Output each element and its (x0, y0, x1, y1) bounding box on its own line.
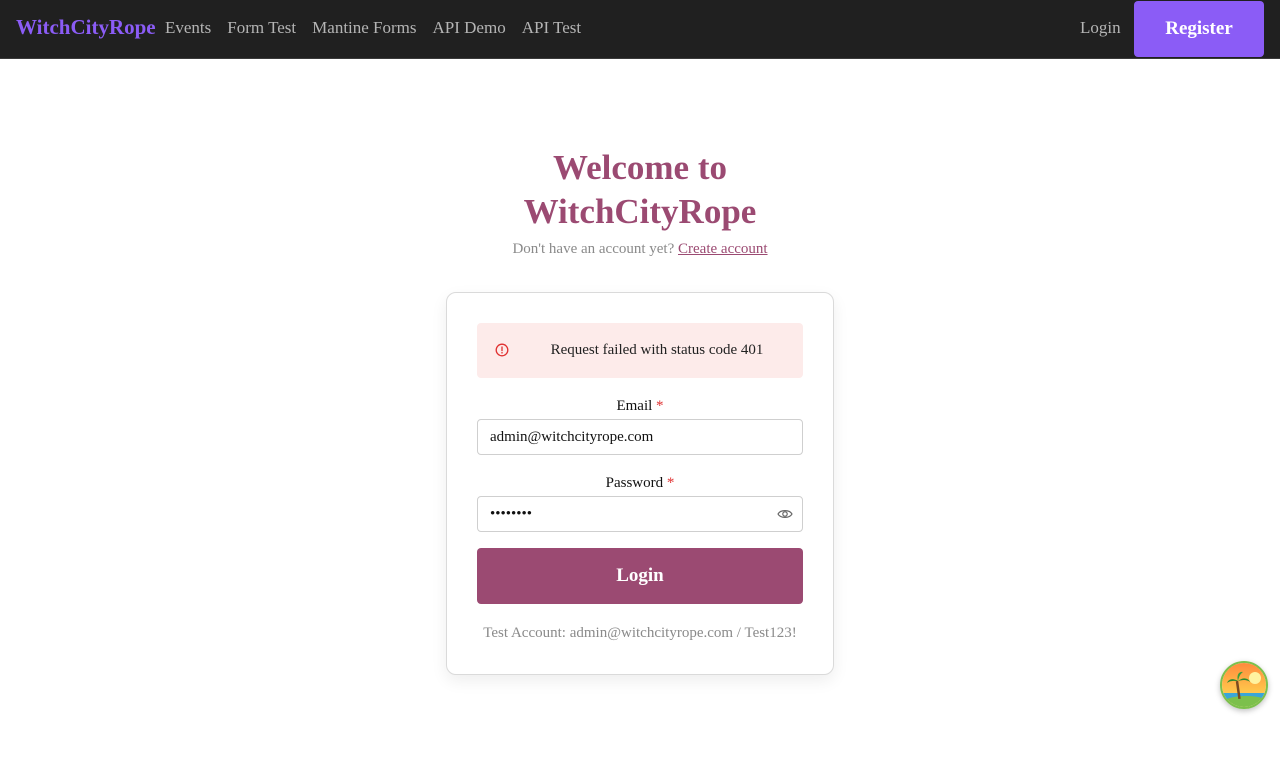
login-card: Request failed with status code 401 Emai… (446, 292, 834, 675)
email-label: Email * (477, 398, 803, 415)
error-message: Request failed with status code 401 (550, 342, 764, 358)
avatar-image (1222, 663, 1266, 707)
email-label-text: Email (616, 398, 653, 414)
email-field[interactable] (477, 419, 803, 455)
register-button[interactable]: Register (1134, 1, 1264, 57)
login-submit-button[interactable]: Login (477, 548, 803, 604)
password-label: Password * (477, 475, 803, 492)
nav-link-form-test[interactable]: Form Test (227, 18, 296, 38)
main-nav: Events Form Test Mantine Forms API Demo … (165, 18, 581, 38)
signup-prompt: Don't have an account yet? Create accoun… (340, 241, 940, 258)
alert-circle-icon (495, 343, 509, 357)
beach-avatar[interactable] (1220, 661, 1268, 709)
top-navbar: WitchCityRope Events Form Test Mantine F… (0, 0, 1280, 59)
test-account-hint: Test Account: admin@witchcityrope.com / … (483, 625, 797, 641)
error-alert: Request failed with status code 401 (477, 323, 803, 378)
email-required-mark: * (656, 398, 664, 414)
nav-link-api-demo[interactable]: API Demo (433, 18, 506, 38)
create-account-link[interactable]: Create account (678, 241, 768, 257)
password-label-text: Password (605, 475, 664, 491)
eye-icon[interactable] (777, 508, 793, 520)
nav-login-link[interactable]: Login (1080, 18, 1121, 38)
signup-prompt-text: Don't have an account yet? (512, 241, 675, 257)
nav-link-events[interactable]: Events (165, 18, 211, 38)
page-title: Welcome to WitchCityRope (523, 148, 757, 231)
nav-link-api-test[interactable]: API Test (522, 18, 581, 38)
brand-logo-link[interactable]: WitchCityRope (16, 15, 156, 40)
password-required-mark: * (666, 475, 675, 491)
nav-link-mantine-forms[interactable]: Mantine Forms (312, 18, 416, 38)
password-field[interactable] (477, 496, 803, 532)
